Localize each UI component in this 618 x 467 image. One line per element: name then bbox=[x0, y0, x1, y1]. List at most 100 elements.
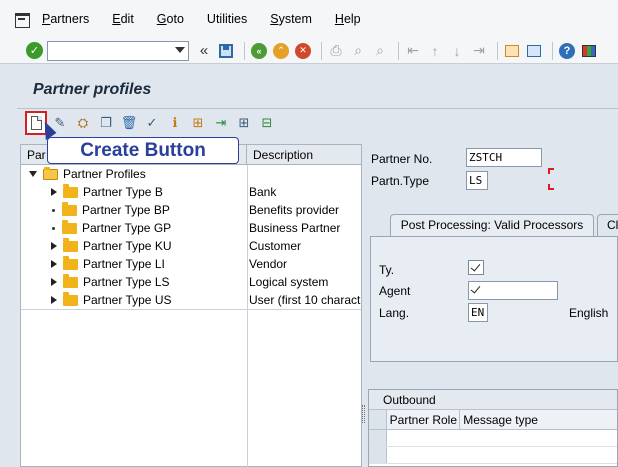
expand-icon[interactable]: ⊞ bbox=[235, 114, 253, 132]
command-field[interactable] bbox=[47, 40, 189, 61]
red-bracket-top bbox=[548, 168, 554, 174]
ty-field[interactable] bbox=[468, 260, 484, 275]
folder-icon bbox=[63, 237, 78, 252]
menu-utilities[interactable]: Utilities bbox=[207, 12, 247, 26]
application-toolbar: ✎ ⛭ ❐ 🗑 ✓ ℹ ⊞ ⇥ ⊞ ⊟ bbox=[17, 108, 618, 136]
menu-help[interactable]: Help bbox=[335, 12, 361, 26]
caret-right-icon[interactable] bbox=[51, 188, 57, 196]
partn-type-field[interactable]: LS bbox=[466, 171, 488, 190]
folder-icon bbox=[63, 183, 78, 198]
last-page-icon[interactable]: ⇥ bbox=[470, 42, 488, 60]
collapse-icon[interactable]: ⊟ bbox=[258, 114, 276, 132]
info-icon[interactable]: ℹ bbox=[166, 114, 184, 132]
folder-icon bbox=[63, 273, 78, 288]
print-icon[interactable]: ⎙ bbox=[327, 42, 345, 60]
tab-classification[interactable]: Cla bbox=[597, 214, 618, 236]
agent-field[interactable] bbox=[468, 281, 558, 300]
tree-node[interactable]: Partner Type US User (first 10 charact bbox=[21, 291, 361, 309]
delete-icon[interactable]: 🗑 bbox=[120, 114, 138, 132]
copy-icon[interactable]: ❐ bbox=[97, 114, 115, 132]
folder-icon bbox=[63, 255, 78, 270]
help-icon: ? bbox=[559, 42, 575, 59]
save-button[interactable] bbox=[217, 42, 235, 60]
partn-type-label: Partn.Type bbox=[371, 174, 430, 188]
window-icon bbox=[505, 44, 519, 57]
folder-icon bbox=[62, 219, 77, 234]
menu-system[interactable]: System bbox=[270, 12, 312, 26]
shortcut-icon[interactable] bbox=[525, 42, 543, 60]
first-page-icon[interactable]: ⇤ bbox=[404, 42, 422, 60]
table-row[interactable] bbox=[369, 447, 617, 464]
tab-strip: Post Processing: Valid Processors Cla bbox=[368, 214, 618, 236]
caret-right-icon[interactable] bbox=[51, 278, 57, 286]
find-icon[interactable]: ⌕ bbox=[349, 42, 367, 60]
create-session-icon[interactable] bbox=[503, 42, 521, 60]
help-button[interactable]: ? bbox=[558, 42, 576, 60]
export-icon[interactable]: ⇥ bbox=[212, 114, 230, 132]
tree-node-description: Bank bbox=[249, 185, 277, 199]
tab-panel: Ty. Agent Lang. EN English bbox=[370, 236, 618, 362]
create-button-callout: Create Button bbox=[47, 137, 239, 164]
tree-node-description: Logical system bbox=[249, 275, 329, 289]
tree-separator bbox=[21, 309, 361, 310]
tree-node[interactable]: Partner Type LI Vendor bbox=[21, 255, 361, 273]
caret-right-icon[interactable] bbox=[51, 260, 57, 268]
tree-node-label: Partner Type LS bbox=[83, 275, 170, 289]
partner-no-label: Partner No. bbox=[371, 152, 433, 166]
caret-down-icon[interactable] bbox=[29, 171, 37, 177]
caret-right-icon[interactable] bbox=[51, 242, 57, 250]
table-row[interactable] bbox=[369, 430, 617, 447]
leaf-dot-icon bbox=[52, 226, 55, 230]
toolbar-divider bbox=[552, 41, 553, 60]
cancel-icon: ✕ bbox=[295, 42, 311, 59]
cancel-button[interactable]: ✕ bbox=[294, 42, 312, 60]
tree-node[interactable]: Partner Type BP Benefits provider bbox=[21, 201, 361, 219]
double-left-arrow-icon[interactable]: « bbox=[195, 42, 213, 60]
tree-node-label: Partner Type KU bbox=[83, 239, 172, 253]
tree-node-label: Partner Type BP bbox=[82, 203, 170, 217]
splitter-handle[interactable] bbox=[362, 405, 365, 423]
partner-no-field[interactable]: ZSTCH bbox=[466, 148, 542, 167]
tree-root[interactable]: Partner Profiles bbox=[21, 165, 361, 183]
column-message-type[interactable]: Message type bbox=[460, 410, 617, 429]
tree-node-label: Partner Type GP bbox=[82, 221, 172, 235]
next-page-icon[interactable]: ↓ bbox=[448, 42, 466, 60]
tree-node[interactable]: Partner Type B Bank bbox=[21, 183, 361, 201]
caret-right-icon[interactable] bbox=[51, 296, 57, 304]
tab-post-processing[interactable]: Post Processing: Valid Processors bbox=[390, 214, 594, 236]
tree-node[interactable]: Partner Type GP Business Partner bbox=[21, 219, 361, 237]
customize-layout-icon[interactable] bbox=[580, 42, 598, 60]
select-all-cell[interactable] bbox=[369, 410, 387, 429]
back-button[interactable]: « bbox=[250, 42, 268, 60]
menu-partners[interactable]: Partners bbox=[42, 12, 89, 26]
toolbar-divider bbox=[398, 41, 399, 60]
find-next-icon[interactable]: ⌕ bbox=[371, 42, 389, 60]
tree-node[interactable]: Partner Type KU Customer bbox=[21, 237, 361, 255]
partner-detail-panel: Partner No. ZSTCH Partn.Type LS Post Pro… bbox=[366, 144, 618, 467]
partner-tree: Par Description Partner Profiles Partner… bbox=[20, 144, 362, 467]
toolbar-divider bbox=[244, 41, 245, 60]
hierarchy-icon[interactable]: ⊞ bbox=[189, 114, 207, 132]
back-icon: « bbox=[251, 42, 267, 59]
row-selector[interactable] bbox=[369, 447, 387, 463]
enter-check-icon[interactable]: ✓ bbox=[26, 42, 43, 59]
outbound-title: Outbound bbox=[369, 390, 617, 410]
display-change-icon[interactable]: ⛭ bbox=[74, 114, 92, 132]
column-header-description[interactable]: Description bbox=[247, 145, 361, 165]
tree-node-label: Partner Type US bbox=[83, 293, 172, 307]
exit-button[interactable]: ⌃ bbox=[272, 42, 290, 60]
menu-edit[interactable]: Edit bbox=[112, 12, 134, 26]
chevron-down-icon[interactable] bbox=[175, 46, 185, 53]
check-icon[interactable]: ✓ bbox=[143, 114, 161, 132]
lang-label: Lang. bbox=[379, 306, 410, 320]
sap-menu-icon[interactable] bbox=[14, 12, 30, 28]
tree-node[interactable]: Partner Type LS Logical system bbox=[21, 273, 361, 291]
shortcut-window-icon bbox=[527, 44, 541, 57]
lang-field[interactable]: EN bbox=[468, 303, 488, 322]
standard-toolbar: ✓ « « ⌃ ✕ ⎙ ⌕ ⌕ ⇤ ↑ ↓ ⇥ ? bbox=[0, 38, 618, 64]
previous-page-icon[interactable]: ↑ bbox=[426, 42, 444, 60]
row-selector[interactable] bbox=[369, 430, 387, 446]
tree-node-description: User (first 10 charact bbox=[249, 293, 361, 307]
menu-goto[interactable]: Goto bbox=[157, 12, 184, 26]
column-partner-role[interactable]: Partner Role bbox=[387, 410, 461, 429]
